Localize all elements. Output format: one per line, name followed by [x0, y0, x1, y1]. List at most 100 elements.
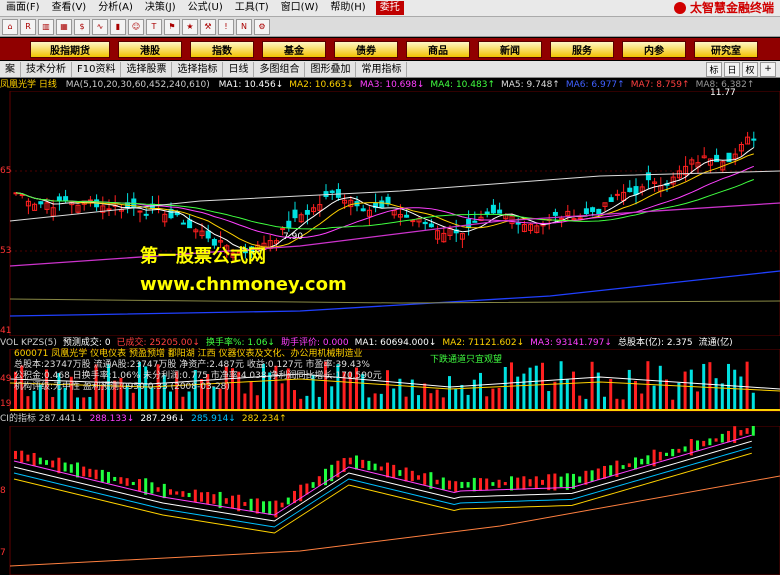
menu-view[interactable]: 查看(V) — [46, 0, 93, 16]
candle-body — [472, 220, 478, 223]
nav-news[interactable]: 新闻 — [478, 40, 542, 58]
vol-bar — [181, 396, 185, 409]
candle-body — [404, 214, 410, 218]
tb-select-indicator[interactable]: 选择指标 — [172, 61, 224, 77]
menu-tools[interactable]: 工具(T) — [229, 0, 275, 16]
ma-params: MA(5,10,20,30,60,452,240,610) — [65, 80, 210, 90]
money-icon[interactable]: $ — [74, 18, 90, 35]
nav-futures[interactable]: 股指期货 — [30, 40, 110, 58]
nav-fund[interactable]: 基金 — [262, 40, 326, 58]
ci-bar — [169, 489, 172, 495]
vol-bar — [76, 397, 79, 409]
person-icon[interactable]: ☺ — [128, 18, 144, 35]
ci-line-1 — [13, 440, 752, 522]
candle-body — [608, 197, 614, 202]
mark-button[interactable]: 标 — [706, 61, 722, 77]
menu-analysis[interactable]: 分析(A) — [92, 0, 139, 16]
ci-bar — [57, 457, 61, 474]
tb-f10[interactable]: F10资料 — [72, 61, 122, 77]
vol-bar — [51, 396, 55, 409]
nav-research[interactable]: 研究室 — [694, 40, 758, 58]
menu-trade[interactable]: 委托 — [375, 1, 404, 15]
tb-case[interactable]: 案 — [0, 61, 21, 77]
ci-bar — [516, 477, 520, 489]
ci-bar — [714, 438, 718, 442]
candle-body — [751, 138, 757, 141]
tb-multi-chart[interactable]: 多图组合 — [254, 61, 306, 77]
ci-bar — [255, 498, 259, 514]
ci-bar — [621, 465, 625, 469]
ci-indicator-chart[interactable] — [0, 426, 780, 575]
menu-decision[interactable]: 决策(J) — [139, 0, 182, 16]
flag-icon[interactable]: ⚑ — [164, 18, 180, 35]
home-icon[interactable]: ⌂ — [2, 18, 18, 35]
ci-value-2: 287.296↓ — [140, 414, 186, 424]
ci-axis-label-1: 8 — [0, 486, 6, 496]
nav-index[interactable]: 指数 — [190, 40, 254, 58]
nav-bond[interactable]: 债券 — [334, 40, 398, 58]
settings-icon[interactable]: ⚙ — [254, 18, 270, 35]
nav-insider[interactable]: 内参 — [622, 40, 686, 58]
icon-toolbar: ⌂ R ▥ ▦ $ ∿ ▮ ☺ T ⚑ ★ ⚒! N ⚙ — [0, 17, 780, 37]
line-icon[interactable]: ∿ — [92, 18, 108, 35]
ci-bar — [398, 470, 402, 476]
news-icon[interactable]: N — [236, 18, 252, 35]
ci-bar — [423, 473, 427, 485]
ci-bar — [138, 479, 141, 491]
menu-formula[interactable]: 公式(U) — [182, 0, 229, 16]
tb-daily[interactable]: 日线 — [223, 61, 255, 77]
ci-bar — [503, 482, 507, 486]
tb-technical[interactable]: 技术分析 — [21, 61, 72, 77]
ci-bar — [683, 446, 687, 452]
rights-button[interactable]: 权 — [742, 61, 758, 77]
nav-commodity[interactable]: 商品 — [406, 40, 470, 58]
ma-info-line: 凤凰光学 日线 MA(5,10,20,30,60,452,240,610) MA… — [0, 79, 780, 91]
vol-bar — [739, 376, 743, 409]
chart-icon[interactable]: ▥ — [38, 18, 54, 35]
candle-body — [379, 200, 385, 208]
alert-icon[interactable]: ! — [218, 18, 234, 35]
ci-bar — [379, 466, 383, 471]
ci-bar — [181, 491, 185, 497]
vol-bar — [751, 392, 755, 409]
tb-select-stock[interactable]: 选择股票 — [121, 61, 173, 77]
price-chart[interactable] — [0, 91, 780, 336]
stock-info-line2: 总股本:23747万股 流通A股:23747万股 净资产:2.487元 收益:0… — [14, 360, 370, 370]
ci-bar — [355, 455, 358, 470]
ci-bar — [311, 482, 315, 488]
tools-icon[interactable]: ⚒ — [200, 18, 216, 35]
star-icon[interactable]: ★ — [182, 18, 198, 35]
tb-overlay[interactable]: 图形叠加 — [305, 61, 357, 77]
menu-file[interactable]: 画面(F) — [0, 0, 46, 16]
ci-bar — [708, 438, 712, 446]
candle-body — [205, 230, 211, 239]
ci-bar — [472, 477, 476, 492]
rsi-icon[interactable]: R — [20, 18, 36, 35]
toolbar2-right: 标 日 权 + — [706, 61, 780, 77]
tb-common-indicators[interactable]: 常用指标 — [356, 61, 408, 77]
menu-window[interactable]: 窗口(W) — [275, 0, 325, 16]
price-frame — [9, 91, 780, 336]
text-icon[interactable]: T — [146, 18, 162, 35]
ma-line-2 — [15, 165, 754, 239]
candle-body — [490, 204, 496, 214]
nav-service[interactable]: 服务 — [550, 40, 614, 58]
vol-note: 下跌通道只宜观望 — [430, 355, 503, 365]
nav-hk[interactable]: 港股 — [118, 40, 182, 58]
ci-axis-label-2: 7 — [0, 548, 6, 558]
vol-bar — [596, 372, 600, 409]
ci-bar — [200, 492, 203, 502]
stock-name: 凤凰光学 日线 — [0, 80, 57, 90]
ci-bar — [541, 479, 544, 485]
ci-bar — [596, 468, 600, 480]
menu-help[interactable]: 帮助(H) — [324, 0, 371, 16]
vol-info-line: VOL KPZS(5) 预测成交: 0 已成交: 25205.00↓ 换手率%: 1.… — [0, 337, 780, 349]
candle-body — [614, 193, 620, 196]
bar-icon[interactable]: ▮ — [110, 18, 126, 35]
vol-bar — [689, 369, 693, 409]
period-button[interactable]: 日 — [724, 61, 740, 77]
vol-bar — [88, 396, 92, 409]
grid-icon[interactable]: ▦ — [56, 18, 72, 35]
vol-bar — [367, 397, 371, 409]
add-button[interactable]: + — [760, 61, 776, 77]
